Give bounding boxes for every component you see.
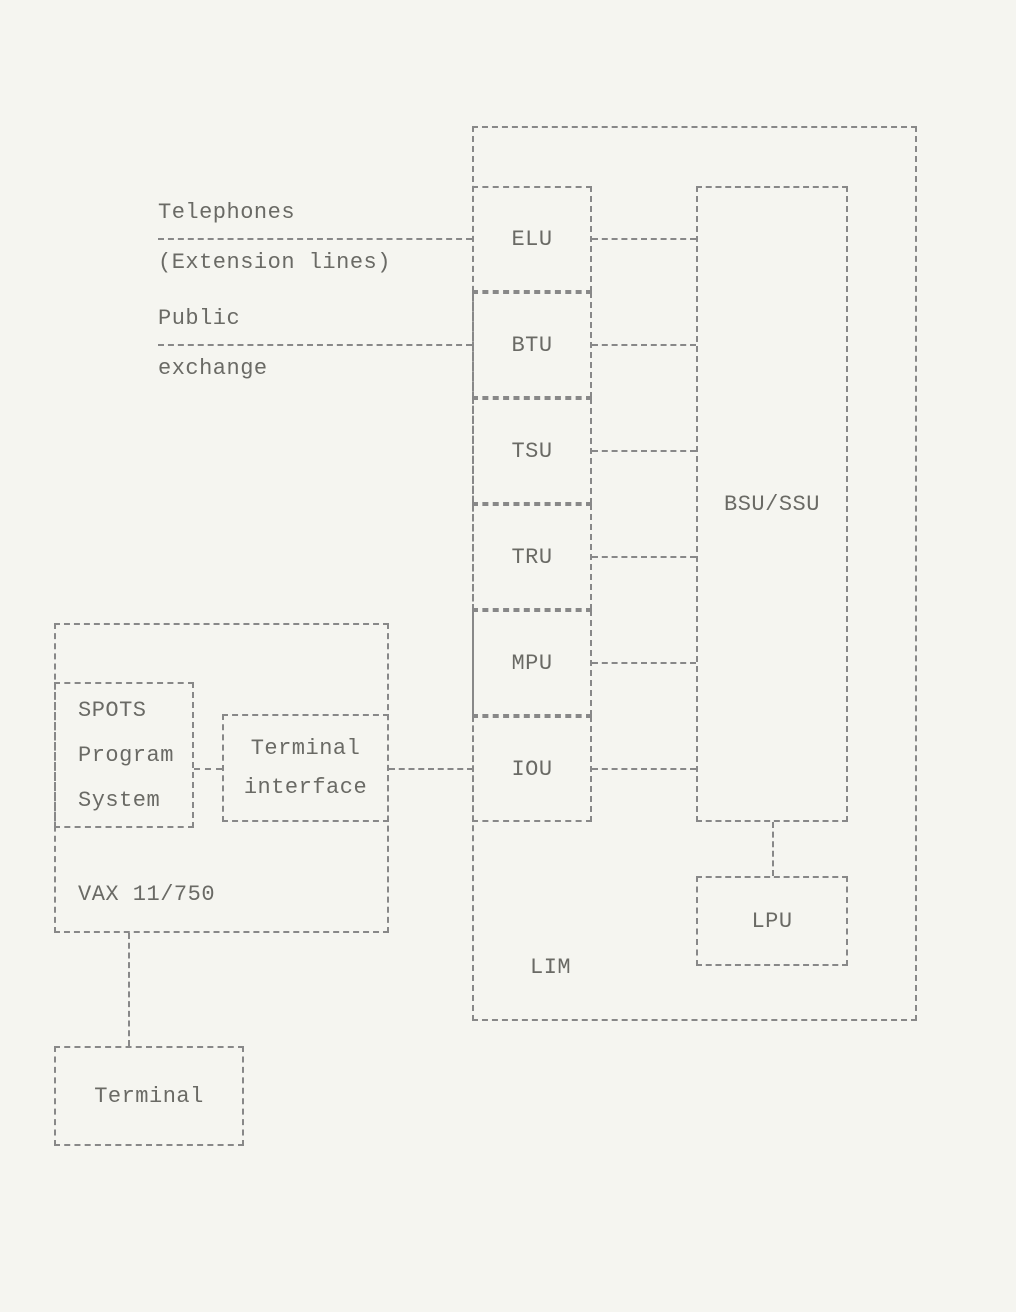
ti-iou-line	[389, 768, 473, 770]
btu-box: BTU	[472, 292, 592, 398]
iou-box: IOU	[472, 716, 592, 822]
elu-box: ELU	[472, 186, 592, 292]
terminal-interface-box: Terminal interface	[222, 714, 389, 822]
public-exchange-line	[158, 344, 472, 346]
spots-l1: SPOTS	[78, 698, 147, 723]
elu-label: ELU	[511, 227, 552, 252]
terminal-label: Terminal	[94, 1084, 204, 1109]
telephones-label: Telephones	[158, 200, 295, 225]
terminal-if-l2: interface	[244, 775, 367, 800]
iou-label: IOU	[511, 757, 552, 782]
bsu-box: BSU/SSU	[696, 186, 848, 822]
vax-label: VAX 11/750	[78, 882, 215, 907]
tsu-bsu-line	[592, 450, 696, 452]
elu-bsu-line	[592, 238, 696, 240]
extension-lines-label: (Extension lines)	[158, 250, 391, 275]
lpu-box: LPU	[696, 876, 848, 966]
mpu-box: MPU	[472, 610, 592, 716]
tru-bsu-line	[592, 556, 696, 558]
public-label: Public	[158, 306, 240, 331]
spots-ti-line	[194, 768, 222, 770]
btu-label: BTU	[511, 333, 552, 358]
vax-terminal-line	[128, 933, 130, 1046]
telephones-line	[158, 238, 472, 240]
exchange-label: exchange	[158, 356, 268, 381]
lim-label: LIM	[530, 955, 571, 980]
spots-box: SPOTS Program System	[54, 682, 194, 828]
btu-bsu-line	[592, 344, 696, 346]
spots-l2: Program	[78, 743, 174, 768]
bsu-label: BSU/SSU	[724, 492, 820, 517]
tru-label: TRU	[511, 545, 552, 570]
mpu-bsu-line	[592, 662, 696, 664]
spots-l3: System	[78, 788, 160, 813]
mpu-label: MPU	[511, 651, 552, 676]
tru-box: TRU	[472, 504, 592, 610]
bsu-lpu-line	[772, 822, 774, 876]
terminal-box: Terminal	[54, 1046, 244, 1146]
tsu-box: TSU	[472, 398, 592, 504]
terminal-if-l1: Terminal	[251, 736, 361, 761]
tsu-label: TSU	[511, 439, 552, 464]
iou-bsu-line	[592, 768, 696, 770]
lpu-label: LPU	[751, 909, 792, 934]
